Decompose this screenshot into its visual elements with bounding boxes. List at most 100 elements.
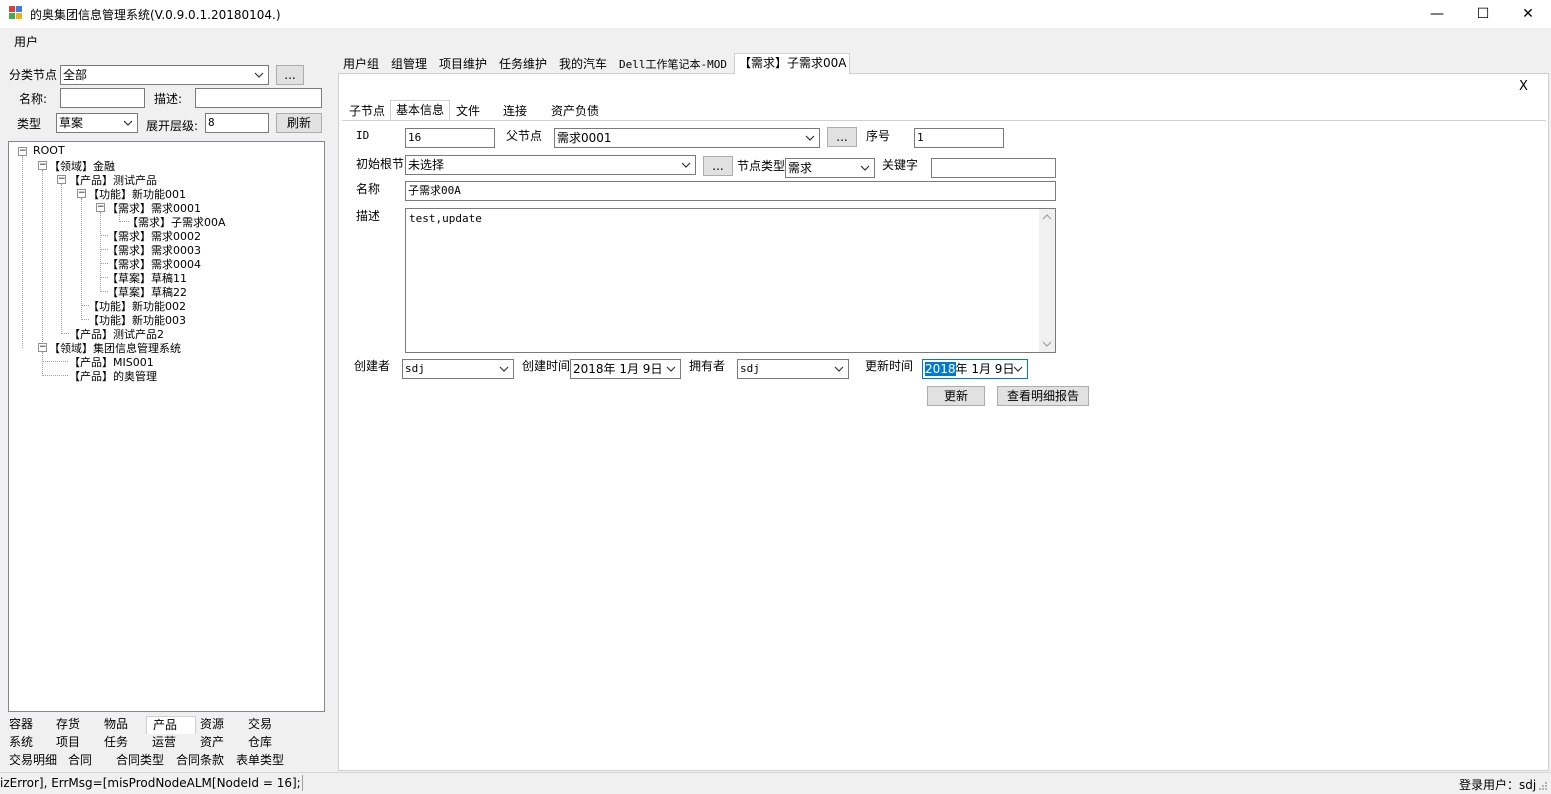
login-user: 登录用户：sdj (1459, 778, 1537, 792)
tree-view[interactable]: − ROOT − 【领域】金融 − 【产品】测试产品 − 【功能】新功能001 … (8, 141, 325, 712)
category-select[interactable]: 全部 (60, 65, 269, 85)
collapse-icon[interactable]: − (38, 161, 47, 170)
desc-label: 描述 (356, 209, 381, 223)
tab-dell-notebook[interactable]: Dell工作笔记本-MOD (615, 55, 731, 74)
updated-time-label: 更新时间 (865, 359, 914, 373)
desc-textarea[interactable]: test,update (405, 208, 1056, 353)
name-filter-label: 名称: (19, 92, 48, 106)
tab-my-car[interactable]: 我的汽车 (555, 55, 611, 74)
subtab-links[interactable]: 连接 (498, 102, 544, 120)
name-input[interactable]: 子需求00A (405, 181, 1056, 201)
refresh-button[interactable]: 刷新 (276, 113, 322, 133)
tab-transaction-detail[interactable]: 交易明细 (9, 752, 57, 770)
tab-form-type[interactable]: 表单类型 (236, 752, 284, 770)
collapse-icon[interactable]: − (18, 147, 27, 156)
close-tab-button[interactable]: X (1519, 79, 1528, 94)
tab-group-management[interactable]: 组管理 (387, 55, 431, 74)
minimize-button[interactable]: — (1414, 0, 1460, 28)
id-input[interactable]: 16 (405, 128, 495, 148)
owner-select[interactable]: sdj (737, 359, 849, 379)
tab-project[interactable]: 项目 (56, 734, 80, 752)
tab-container[interactable]: 容器 (9, 716, 33, 734)
chevron-down-icon (681, 162, 691, 168)
update-button[interactable]: 更新 (927, 386, 985, 406)
tab-product[interactable]: 产品 (146, 716, 196, 734)
tab-warehouse[interactable]: 仓库 (248, 734, 272, 752)
collapse-icon[interactable]: − (57, 175, 66, 184)
updated-time-picker[interactable]: 2018年 1月 9日 (922, 359, 1028, 379)
type-filter-label: 类型 (17, 117, 42, 131)
collapse-icon[interactable]: − (77, 189, 86, 198)
tab-asset[interactable]: 资产 (200, 734, 224, 752)
parent-label: 父节点 (506, 129, 543, 143)
tab-sub-requirement[interactable]: 【需求】子需求00A (734, 53, 850, 74)
collapse-icon[interactable]: − (96, 203, 105, 212)
menu-bar (0, 28, 1551, 52)
resize-grip-icon[interactable] (1538, 780, 1548, 790)
seq-input[interactable]: 1 (914, 128, 1004, 148)
scroll-up-icon[interactable] (1042, 213, 1052, 221)
tab-resource[interactable]: 资源 (200, 716, 224, 734)
level-input[interactable]: 8 (205, 113, 269, 133)
parent-select[interactable]: 需求0001 (554, 128, 820, 148)
tree-line (61, 184, 62, 334)
chevron-down-icon (499, 366, 509, 372)
tab-contract[interactable]: 合同 (68, 752, 92, 770)
desc-filter-input[interactable] (195, 88, 322, 108)
scroll-down-icon[interactable] (1042, 340, 1052, 348)
maximize-button[interactable]: ☐ (1460, 0, 1506, 28)
subtab-balance[interactable]: 资产负债 (546, 102, 604, 120)
category-browse-button[interactable]: ... (276, 65, 304, 85)
desc-filter-label: 描述: (154, 92, 183, 106)
tree-line (81, 198, 82, 320)
created-time-value: 2018年 1月 9日 (573, 362, 663, 376)
tab-user-group[interactable]: 用户组 (339, 55, 383, 74)
tree-line (22, 156, 23, 348)
node-type-label: 节点类型 (737, 159, 786, 173)
tree-node-root[interactable]: ROOT (33, 144, 65, 157)
updated-year-selected: 2018 (925, 362, 956, 376)
category-label: 分类节点 (9, 68, 58, 82)
collapse-icon[interactable]: − (38, 343, 47, 352)
owner-value: sdj (740, 362, 760, 375)
subtab-basic-info[interactable]: 基本信息 (390, 100, 451, 121)
name-filter-input[interactable] (60, 88, 145, 108)
desc-scrollbar[interactable] (1039, 209, 1055, 352)
tab-task[interactable]: 任务 (104, 734, 128, 752)
root-browse-button[interactable]: ... (703, 156, 733, 176)
chevron-down-icon (860, 165, 870, 171)
tree-line (42, 170, 43, 348)
parent-value: 需求0001 (557, 131, 612, 145)
status-message: izError], ErrMsg=[misProdNodeALM[NodeId … (0, 776, 301, 790)
tab-item[interactable]: 物品 (104, 716, 128, 734)
subtab-files[interactable]: 文件 (451, 102, 485, 120)
type-filter-select[interactable]: 草案 (56, 113, 138, 133)
tree-line (42, 375, 68, 376)
node-type-value: 需求 (788, 161, 813, 175)
tree-node[interactable]: 【产品】的奥管理 (69, 368, 157, 384)
subtab-child-nodes[interactable]: 子节点 (344, 102, 390, 120)
desc-value: test,update (409, 212, 482, 225)
name-label: 名称 (356, 182, 381, 196)
menu-user[interactable]: 用户 (14, 33, 38, 50)
created-time-picker[interactable]: 2018年 1月 9日 (570, 359, 681, 379)
updated-time-rest: 年 1月 9日 (955, 362, 1015, 376)
tab-system[interactable]: 系统 (9, 734, 33, 752)
tab-contract-type[interactable]: 合同类型 (116, 752, 164, 770)
close-window-button[interactable]: ✕ (1505, 0, 1551, 28)
tab-contract-terms[interactable]: 合同条款 (176, 752, 224, 770)
owner-label: 拥有者 (689, 359, 726, 373)
root-select[interactable]: 未选择 (405, 155, 696, 175)
chevron-down-icon (1013, 366, 1023, 372)
level-label: 展开层级: (146, 119, 199, 133)
tab-operation[interactable]: 运营 (152, 734, 176, 752)
tab-task-maintenance[interactable]: 任务维护 (495, 55, 551, 74)
creator-select[interactable]: sdj (402, 359, 514, 379)
view-report-button[interactable]: 查看明细报告 (997, 386, 1089, 406)
tab-project-maintenance[interactable]: 项目维护 (435, 55, 491, 74)
tab-transaction[interactable]: 交易 (248, 716, 272, 734)
tab-inventory[interactable]: 存货 (56, 716, 80, 734)
node-type-select[interactable]: 需求 (785, 158, 875, 178)
keyword-input[interactable] (931, 158, 1056, 178)
parent-browse-button[interactable]: ... (827, 127, 857, 147)
